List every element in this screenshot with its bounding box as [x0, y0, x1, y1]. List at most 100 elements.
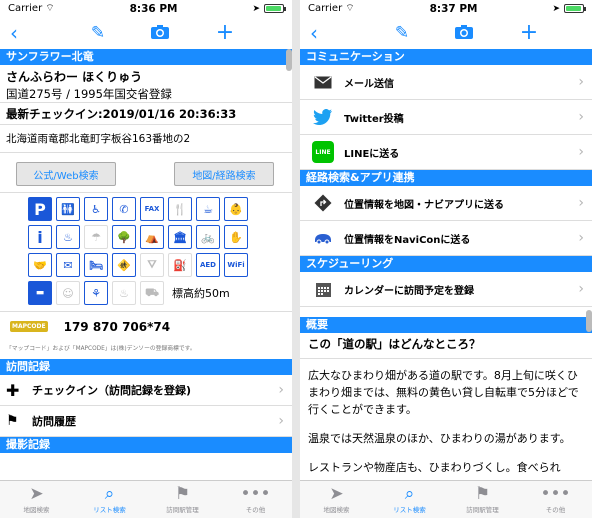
navicon-car-icon	[312, 227, 334, 249]
scrollbar[interactable]	[586, 310, 592, 332]
mail-label: メール送信	[344, 78, 394, 90]
restaurant-icon: 🍴	[168, 197, 192, 221]
calendar-icon	[312, 278, 334, 300]
location-icon: ➤	[252, 3, 260, 14]
camera-icon[interactable]	[146, 21, 174, 45]
twitter-row[interactable]: Twitter投稿 ›	[300, 100, 592, 135]
tab-bar: ➤ 地図検索 ⌕ リスト検索 ⚑ 訪問駅管理 ••• その他	[0, 480, 292, 518]
tab-visit-manage[interactable]: ⚑ 訪問駅管理	[446, 481, 519, 518]
station-detail: サンフラワー北竜 さんふらわー ほくりゅう 国道275号 / 1995年国交省登…	[0, 49, 292, 480]
search-icon: ⌕	[104, 484, 115, 504]
tab-map-search[interactable]: ➤ 地図検索	[0, 481, 73, 518]
info-icon: i	[28, 225, 52, 249]
overview-paragraph-2: 温泉では天然温泉のほか、ひまわりの湯があります。	[308, 432, 571, 445]
observation-icon: ⛺	[140, 225, 164, 249]
add-icon[interactable]: +	[211, 21, 239, 45]
scrollbar[interactable]	[286, 49, 292, 71]
chevron-right-icon: ›	[278, 382, 284, 398]
park-icon: 🌳	[112, 225, 136, 249]
fuel-icon: ⛽	[168, 253, 192, 277]
web-search-button[interactable]: 公式/Web検索	[16, 162, 116, 186]
navicon-row[interactable]: 位置情報をNaviConに送る ›	[300, 221, 592, 256]
carrier-label: Carrier	[8, 3, 43, 14]
edit-icon[interactable]: ✎	[388, 21, 416, 45]
car-icon: ⛟	[140, 281, 164, 305]
tab-other[interactable]: ••• その他	[219, 481, 292, 518]
footbath-icon: ♨	[112, 281, 136, 305]
chevron-right-icon: ›	[578, 109, 584, 125]
shop-icon: 🤝	[28, 253, 52, 277]
flag-icon: ⚑	[6, 413, 19, 429]
more-icon: •••	[540, 484, 571, 504]
map-app-row[interactable]: 位置情報を地図・ナビアプリに送る ›	[300, 186, 592, 221]
parking-icon: P	[28, 197, 52, 221]
mapcode-row: MAPCODE 179 870 706*74	[0, 311, 292, 341]
location-icon: ➤	[552, 3, 560, 14]
chevron-right-icon: ›	[578, 195, 584, 211]
status-bar: Carrier ⌔ 8:36 PM ➤	[0, 0, 292, 17]
battery-icon	[563, 4, 586, 13]
toolbar: ‹ ✎ +	[0, 17, 292, 49]
history-row[interactable]: ⚑ 訪問履歴 ›	[0, 406, 292, 437]
hot-spring-icon: ♨	[56, 225, 80, 249]
wifi-icon: WiFi	[224, 253, 248, 277]
tab-list-search[interactable]: ⌕ リスト検索	[73, 481, 146, 518]
navigation-arrow-icon: ➤	[329, 484, 344, 504]
aed-icon: AED	[196, 253, 220, 277]
person-icon: ☺	[56, 281, 80, 305]
baby-icon: 👶	[224, 197, 248, 221]
checkin-row[interactable]: ✚ チェックイン（訪問記録を登録) ›	[0, 375, 292, 406]
mapcode-logo: MAPCODE	[10, 321, 48, 332]
shower-icon: ☂	[84, 225, 108, 249]
lodging-icon: 🛏	[84, 253, 108, 277]
market-icon: ⚘	[84, 281, 108, 305]
chevron-right-icon: ›	[578, 230, 584, 246]
scheduling-section-header: スケジューリング	[300, 256, 592, 272]
chevron-right-icon: ›	[578, 281, 584, 297]
clock: 8:36 PM	[129, 2, 178, 15]
history-label: 訪問履歴	[32, 415, 76, 428]
tab-visit-manage[interactable]: ⚑ 訪問駅管理	[146, 481, 219, 518]
camera-icon[interactable]	[450, 21, 478, 45]
station-reading: さんふらわー ほくりゅう	[6, 70, 143, 84]
road-icon: ⛛	[140, 253, 164, 277]
back-icon[interactable]: ‹	[0, 21, 28, 45]
overview-title: この「道の駅」はどんなところ？	[300, 333, 592, 359]
cafe-icon: ☕	[196, 197, 220, 221]
communication-section-header: コミュニケーション	[300, 49, 592, 65]
add-icon[interactable]: +	[515, 21, 543, 45]
share-panel: コミュニケーション メール送信 › Twitter投稿 › LINE LINEに…	[300, 49, 592, 480]
map-route-button[interactable]: 地図/経路検索	[174, 162, 274, 186]
overview-section-header: 概要	[300, 317, 592, 333]
left-screen: Carrier ⌔ 8:36 PM ➤ ‹ ✎ + サンフラワー北竜 さんふらわー…	[0, 0, 292, 518]
ev-station-icon: ▬	[28, 281, 52, 305]
clock: 8:37 PM	[429, 2, 478, 15]
museum-icon: 🏛	[168, 225, 192, 249]
hand-icon: ✋	[224, 225, 248, 249]
line-label: LINEに送る	[344, 148, 400, 160]
chevron-right-icon: ›	[278, 413, 284, 429]
plus-icon: ✚	[6, 380, 20, 400]
edit-icon[interactable]: ✎	[84, 21, 112, 45]
tab-other[interactable]: ••• その他	[519, 481, 592, 518]
line-icon: LINE	[312, 141, 334, 163]
calendar-row[interactable]: カレンダーに訪問予定を登録 ›	[300, 272, 592, 307]
route-info: 国道275号 / 1995年国交省登録	[0, 83, 292, 103]
navigation-arrow-icon: ➤	[29, 484, 44, 504]
fax-icon: FAX	[140, 197, 164, 221]
child-icon: 🚸	[112, 253, 136, 277]
elevation-label: 標高約50m	[172, 287, 230, 300]
back-icon[interactable]: ‹	[300, 21, 328, 45]
facility-icon-grid: P 🚻 ♿ ✆ FAX 🍴 ☕ 👶 i ♨ ☂ 🌳 ⛺ 🏛 🚲 ✋ 🤝 ✉ 🛏	[0, 197, 292, 305]
tab-list-search[interactable]: ⌕ リスト検索	[373, 481, 446, 518]
mapcode-note: 「マップコード」および「MAPCODE」は(株)デンソーの登録商標です。	[6, 346, 196, 352]
mail-row[interactable]: メール送信 ›	[300, 65, 592, 100]
tab-map-search[interactable]: ➤ 地図検索	[300, 481, 373, 518]
twitter-label: Twitter投稿	[344, 113, 404, 125]
map-app-label: 位置情報を地図・ナビアプリに送る	[344, 199, 504, 211]
divider	[292, 0, 300, 518]
navicon-label: 位置情報をNaviConに送る	[344, 234, 471, 246]
line-row[interactable]: LINE LINEに送る ›	[300, 135, 592, 170]
mail-facility-icon: ✉	[56, 253, 80, 277]
mapcode-value: 179 870 706*74	[63, 319, 171, 334]
